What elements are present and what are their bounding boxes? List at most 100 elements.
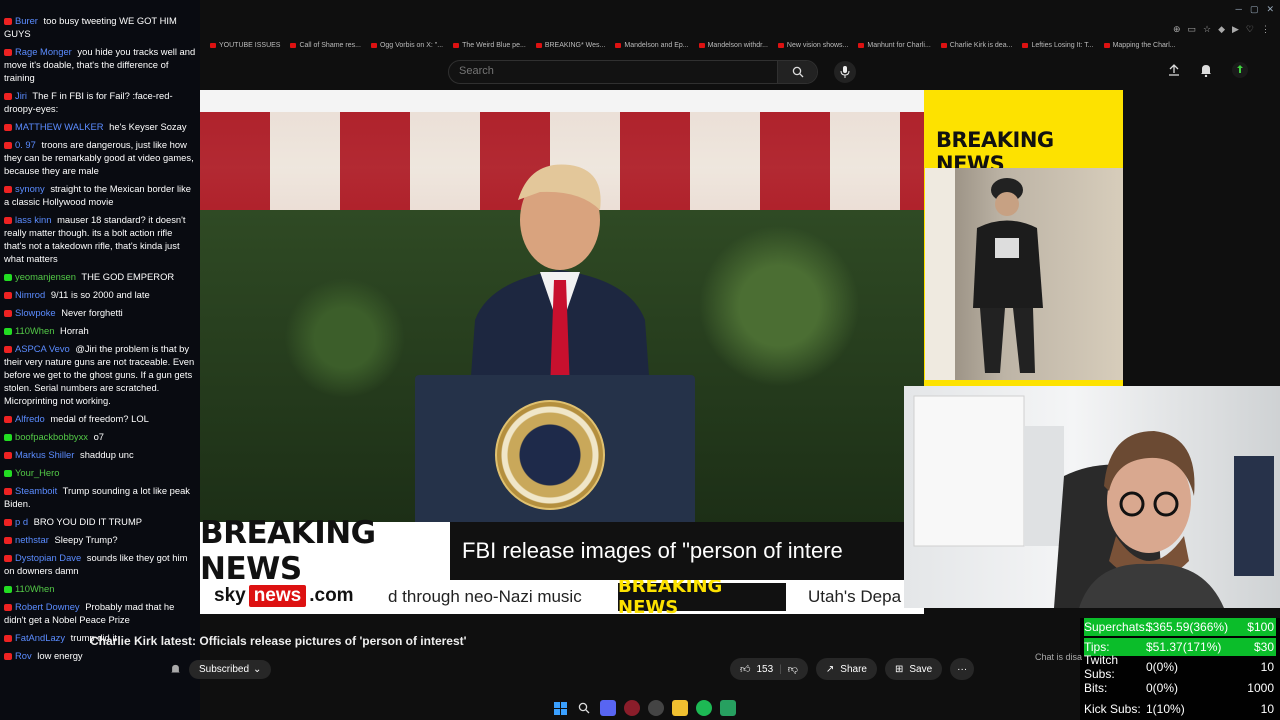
close-icon[interactable]: ✕ <box>1266 4 1274 15</box>
bookmark-item[interactable]: Ogg Vorbis on X: "... <box>370 42 443 49</box>
bookmark-item[interactable]: Mandelson and Ep... <box>615 41 689 49</box>
app-icon[interactable] <box>720 700 736 716</box>
more-actions-button[interactable]: ··· <box>950 658 975 680</box>
chat-username[interactable]: synony <box>15 183 45 194</box>
chat-username[interactable]: Rage Monger <box>15 46 72 57</box>
chat-username[interactable]: 110When <box>15 325 54 336</box>
chat-message: boofpackbobbyxx o7 <box>4 430 196 443</box>
bookmark-label: Mandelson withdr... <box>707 41 768 49</box>
bookmark-item[interactable]: New vision shows... <box>777 41 849 49</box>
chat-text: low energy <box>37 650 83 661</box>
bookmark-item[interactable]: Lefties Losing It: T... <box>1022 42 1094 49</box>
bookmark-label: Call of Shame res... <box>299 41 361 49</box>
maximize-icon[interactable]: ▢ <box>1250 4 1259 15</box>
search-bar[interactable] <box>448 60 818 84</box>
stat-value: $51.37(171%) <box>1146 640 1222 654</box>
stat-label: Tips: <box>1084 640 1110 654</box>
chat-username[interactable]: p d <box>15 516 28 527</box>
microphone-icon <box>840 66 850 78</box>
share-label: Share <box>840 663 867 675</box>
bookmark-label: The Weird Blue pe... <box>462 41 526 49</box>
chat-message: 0. 97 troons are dangerous, just like ho… <box>4 138 196 177</box>
cast-icon[interactable]: ▭ <box>1187 24 1196 35</box>
bookmark-label: Mandelson and Ep... <box>624 41 689 49</box>
share-button[interactable]: ↗ Share <box>815 658 877 680</box>
chat-username[interactable]: lass kinn <box>15 214 51 225</box>
search-input[interactable] <box>459 65 759 77</box>
chat-username[interactable]: 0. 97 <box>15 139 36 150</box>
bookmark-item[interactable]: The Weird Blue pe... <box>453 42 526 49</box>
bookmark-favicon-icon <box>698 42 705 48</box>
chat-username[interactable]: Nimrod <box>15 289 45 300</box>
bookmark-item[interactable]: Mapping the Charl... <box>1103 42 1176 49</box>
youtube-badge-icon <box>4 142 12 149</box>
file-explorer-icon[interactable] <box>672 700 688 716</box>
bookmark-favicon-icon <box>453 42 460 48</box>
zoom-icon[interactable]: ⊕ <box>1173 24 1181 35</box>
thumbs-down-icon[interactable]: 👎︎ <box>788 663 798 675</box>
bookmark-item[interactable]: Charlie Kirk is dea... <box>940 42 1012 49</box>
upload-icon[interactable] <box>1168 64 1180 76</box>
menu-icon[interactable]: ⋮ <box>1261 24 1270 35</box>
chat-text: he's Keyser Sozay <box>109 121 187 132</box>
chat-username[interactable]: Robert Downey <box>15 601 80 612</box>
subscribed-button[interactable]: Subscribed ⌄ <box>189 660 272 679</box>
notifications-bell-icon[interactable] <box>1200 64 1212 77</box>
video-title: Charlie Kirk latest: Officials release p… <box>90 634 467 648</box>
extensions-icon[interactable]: ◆ <box>1218 24 1225 35</box>
discord-icon[interactable] <box>600 700 616 716</box>
stat-goal: $30 <box>1253 640 1274 654</box>
chat-username[interactable]: Rov <box>15 650 32 661</box>
windows-start-icon[interactable] <box>552 700 568 716</box>
chat-username[interactable]: Alfredo <box>15 413 45 424</box>
kick-badge-icon <box>4 586 12 593</box>
chat-username[interactable]: yeomanjensen <box>15 271 76 282</box>
chat-username[interactable]: nethstar <box>15 534 49 545</box>
voice-search-button[interactable] <box>834 61 856 83</box>
video-player[interactable] <box>200 90 924 522</box>
chat-username[interactable]: Slowpoke <box>15 307 56 318</box>
minimize-icon[interactable]: ─ <box>1236 4 1242 15</box>
bookmark-item[interactable]: YOUTUBE ISSUES <box>210 42 280 49</box>
chat-username[interactable]: boofpackbobbyxx <box>15 431 88 442</box>
avatar[interactable] <box>1232 62 1248 78</box>
chat-username[interactable]: Burer <box>15 15 38 26</box>
chat-username[interactable]: Your_Hero <box>15 467 59 478</box>
recording-app-icon[interactable] <box>624 700 640 716</box>
browser-icon[interactable] <box>648 700 664 716</box>
spotify-icon[interactable] <box>696 700 712 716</box>
bookmark-item[interactable]: Call of Shame res... <box>290 41 361 49</box>
chat-username[interactable]: 110When <box>15 583 54 594</box>
chat-username[interactable]: Steamboit <box>15 485 57 496</box>
youtube-badge-icon <box>4 653 12 660</box>
chevron-down-icon: ⌄ <box>253 664 262 675</box>
webcam-scene <box>913 395 1274 608</box>
chat-username[interactable]: Jiri <box>15 90 27 101</box>
chat-username[interactable]: Dystopian Dave <box>15 552 81 563</box>
search-button[interactable] <box>777 61 817 83</box>
bookmark-item[interactable]: Manhunt for Charli... <box>858 42 931 49</box>
donation-stats-panel: Superchats: $365.59(366%) $100 Tips: $51.37(… <box>1080 618 1280 720</box>
heart-icon[interactable]: ♡ <box>1246 24 1254 35</box>
chat-message: ASPCA Vevo @Jiri the problem is that by … <box>4 342 196 407</box>
play-icon[interactable]: ▶ <box>1232 24 1239 35</box>
bookmark-star-icon[interactable]: ☆ <box>1203 24 1211 35</box>
search-icon <box>792 66 803 78</box>
bookmark-label: New vision shows... <box>786 41 849 49</box>
chat-username[interactable]: FatAndLazy <box>15 632 65 643</box>
chat-username[interactable]: Markus Shiller <box>15 449 74 460</box>
like-button[interactable]: 👍︎ 153 | 👎︎ <box>730 658 808 680</box>
notification-bell-icon[interactable] <box>170 664 181 675</box>
stat-label: Twitch Subs: <box>1084 653 1119 681</box>
chat-username[interactable]: ASPCA Vevo <box>15 343 70 354</box>
bookmark-item[interactable]: Mandelson withdr... <box>698 41 768 49</box>
chat-text: shaddup unc <box>80 449 134 460</box>
youtube-badge-icon <box>4 452 12 459</box>
logo-sky: sky <box>214 585 246 606</box>
bookmark-item[interactable]: BREAKING* Wes... <box>535 42 605 49</box>
youtube-badge-icon <box>4 49 12 56</box>
save-button[interactable]: ⊞ Save <box>884 658 943 680</box>
window-controls: ─ ▢ ✕ <box>1236 4 1274 15</box>
search-icon[interactable] <box>576 700 592 716</box>
chat-username[interactable]: MATTHEW WALKER <box>15 121 104 132</box>
